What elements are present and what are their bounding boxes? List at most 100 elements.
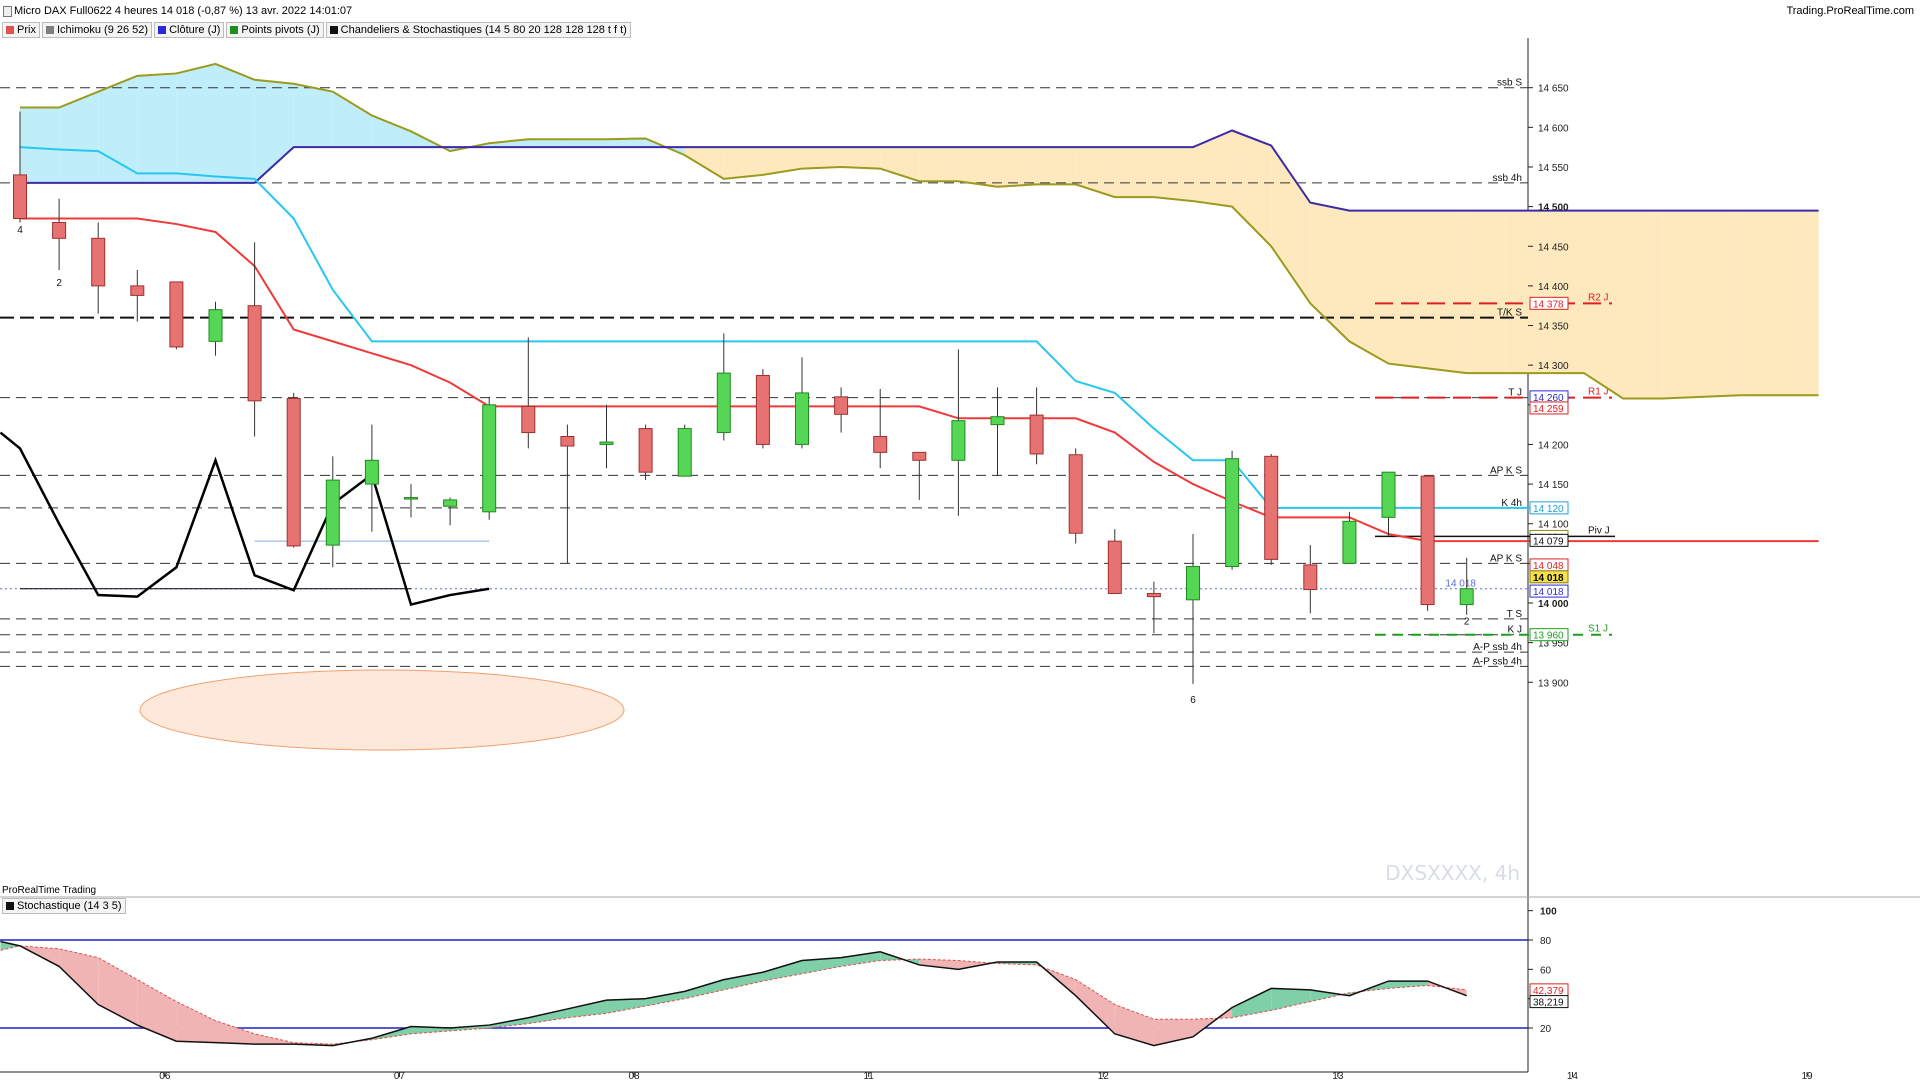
cloud-bull	[567, 139, 607, 148]
cloud-bear	[880, 147, 920, 182]
candle-bear	[1420, 475, 1435, 606]
candle-bear	[521, 405, 536, 434]
candle-bear	[1264, 455, 1279, 560]
candle-bull	[951, 420, 966, 461]
candle-bear	[560, 436, 575, 447]
cloud-bear	[1466, 210, 1506, 374]
pivot-label: Piv J	[1588, 525, 1610, 536]
candle-bear	[130, 285, 145, 296]
stoch-y-tick-label: 80	[1540, 936, 1552, 947]
cloud-bull	[293, 83, 333, 148]
candle-bear	[755, 374, 770, 445]
y-tick-label: 14 200	[1538, 440, 1569, 451]
cloud-bull	[137, 73, 177, 183]
x-tick-label: 06	[159, 1071, 171, 1080]
current-price-label: 14 018	[1445, 579, 1476, 590]
stoch-fill-down	[254, 1033, 294, 1045]
candle-bear	[13, 174, 27, 220]
watermark: DXSXXXX, 4h	[1385, 861, 1520, 885]
candle-bull	[208, 309, 223, 342]
cloud-bull	[254, 79, 294, 183]
level-label: A-P ssb 4h	[1473, 656, 1522, 667]
cloud-bear	[1036, 147, 1076, 185]
stoch-fill-down	[1075, 979, 1115, 1034]
cloud-bear	[958, 147, 998, 187]
cloud-bear	[1701, 210, 1741, 397]
candle-bear	[834, 396, 849, 415]
candle-bull	[404, 497, 418, 500]
candle-bull	[364, 459, 379, 485]
cloud-bear	[1623, 210, 1663, 399]
stoch-fill-up	[567, 1000, 607, 1018]
candle-bull	[325, 479, 340, 546]
price-tag-label: 14 259	[1533, 404, 1564, 415]
stoch-fill-down	[59, 948, 99, 1005]
candle-count: 2	[56, 278, 62, 289]
level-label: A-P ssb 4h	[1473, 642, 1522, 653]
x-tick-label: 12	[1098, 1071, 1110, 1080]
candle-bear	[1303, 564, 1318, 591]
stoch-tag-label: 38,219	[1533, 998, 1564, 1009]
stoch-fill-up	[1271, 988, 1311, 1011]
cloud-bear	[723, 147, 763, 179]
candle-count: 6	[1190, 695, 1196, 706]
cloud-bull	[528, 139, 568, 148]
candle-bear	[91, 237, 106, 287]
cloud-bear	[1427, 210, 1467, 374]
stoch-fill-up	[606, 998, 646, 1014]
price-tag-label: 14 048	[1533, 561, 1564, 572]
stoch-fill-down	[176, 1001, 216, 1043]
candle-bull	[716, 372, 731, 434]
candle-bear	[1029, 414, 1044, 455]
candle-count: 4	[17, 225, 23, 236]
candle-bear	[169, 281, 184, 348]
level-label: ssb S	[1497, 78, 1522, 89]
stoch-fill-up	[645, 991, 685, 1006]
x-tick-label: 07	[394, 1071, 406, 1080]
price-tag-label: 14 079	[1533, 536, 1564, 547]
stoch-fill-up	[723, 972, 763, 990]
candle-bear	[286, 397, 301, 547]
cloud-bear	[1114, 147, 1154, 198]
price-tag-label: 14 120	[1533, 504, 1564, 515]
cloud-bear	[1779, 210, 1819, 396]
y-tick-label: 14 150	[1538, 480, 1569, 491]
price-tag-label: 14 378	[1533, 299, 1564, 310]
stoch-y-tick-label: 20	[1540, 1024, 1552, 1035]
y-tick-label: 14 000	[1538, 599, 1569, 610]
cloud-bear	[1153, 147, 1193, 202]
stoch-fill-down	[137, 979, 177, 1042]
candle-bull	[1225, 458, 1240, 568]
x-tick-label: 14	[1567, 1071, 1579, 1080]
x-tick-label: 08	[628, 1071, 640, 1080]
cloud-bear	[1662, 210, 1702, 399]
y-tick-label: 14 400	[1538, 282, 1569, 293]
y-tick-label: 14 600	[1538, 123, 1569, 134]
y-tick-label: 14 300	[1538, 361, 1569, 372]
y-tick-label: 14 450	[1538, 242, 1569, 253]
candle-bull	[1186, 566, 1200, 601]
level-label: ssb 4h	[1493, 173, 1522, 184]
cloud-bull	[215, 63, 255, 183]
x-tick-label: 13	[1332, 1071, 1344, 1080]
x-tick-label: 19	[1801, 1071, 1813, 1080]
cloud-bull	[371, 115, 411, 148]
price-chart[interactable]: ssb Sssb 4hT/K ST JAP K SK 4hAP K ST SK …	[0, 0, 1920, 1080]
pivot-label: S1 J	[1588, 624, 1608, 635]
pivot-label: R1 J	[1588, 387, 1609, 398]
candle-bull	[795, 392, 809, 445]
candle-bear	[1146, 592, 1161, 598]
stoch-fill-up	[1232, 988, 1272, 1018]
candle-bear	[873, 436, 888, 453]
cloud-bear	[1740, 210, 1780, 396]
candle-bear	[247, 305, 262, 402]
level-label: T S	[1507, 609, 1523, 620]
candle-bull	[599, 441, 614, 445]
price-tag-label: 13 960	[1533, 631, 1564, 642]
level-label: AP K S	[1490, 553, 1522, 564]
candle-bear	[1107, 540, 1122, 594]
y-tick-label: 14 500	[1538, 203, 1569, 214]
price-tag-label: 14 018	[1533, 587, 1564, 598]
x-tick-label: 11	[863, 1071, 874, 1080]
y-tick-label: 14 550	[1538, 163, 1569, 174]
